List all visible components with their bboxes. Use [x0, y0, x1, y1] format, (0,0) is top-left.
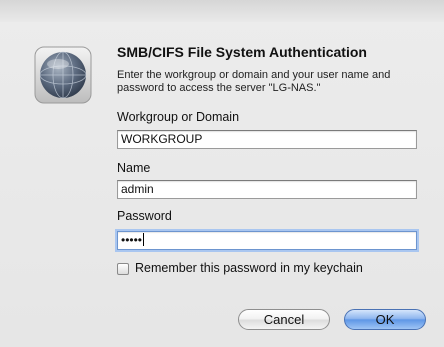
name-field[interactable]: admin: [117, 180, 417, 199]
cancel-button[interactable]: Cancel: [238, 309, 330, 330]
remember-checkbox[interactable]: [117, 263, 129, 275]
dialog-title: SMB/CIFS File System Authentication: [117, 44, 367, 60]
text-caret: [143, 233, 145, 246]
password-field[interactable]: •••••: [117, 231, 417, 250]
dialog-message: Enter the workgroup or domain and your u…: [117, 69, 391, 94]
network-server-globe-icon: [34, 46, 92, 104]
password-label: Password: [117, 209, 172, 223]
workgroup-field[interactable]: WORKGROUP: [117, 130, 417, 149]
remember-checkbox-label[interactable]: Remember this password in my keychain: [135, 261, 363, 275]
name-label: Name: [117, 161, 151, 175]
auth-dialog: SMB/CIFS File System Authentication Ente…: [0, 0, 444, 347]
window-top-edge: [0, 0, 444, 22]
ok-button[interactable]: OK: [344, 309, 426, 330]
workgroup-label: Workgroup or Domain: [117, 110, 240, 124]
password-masked-value: •••••: [121, 233, 143, 247]
